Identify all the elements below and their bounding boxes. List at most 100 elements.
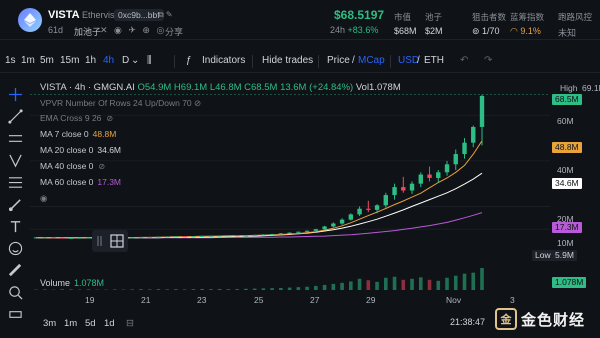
candle-body [138, 237, 144, 239]
price-toggle[interactable]: Price [327, 55, 350, 66]
ema-indicator[interactable]: EMA Cross 9 26 ⊘ [40, 113, 113, 123]
volume-bar [174, 289, 178, 290]
volume-bar [462, 273, 467, 290]
divider [318, 55, 319, 68]
candle-body [182, 236, 187, 238]
candle-body [217, 235, 222, 237]
mcap-label: 市值 [394, 12, 412, 22]
candle-type-icon[interactable]: ⫼ [147, 55, 152, 66]
price-scale[interactable]: High 69.1M 68.5M 60M 48.8M 40M 34.6M 20M… [532, 80, 600, 290]
time-axis[interactable]: 19 21 23 25 27 29 Nov 3 [30, 294, 550, 308]
ma60-indicator[interactable]: MA 60 close 0 17.3M [40, 177, 121, 187]
fib-icon[interactable] [7, 174, 23, 190]
range-1d[interactable]: 1d [104, 318, 115, 329]
token-symbol: VISTA [48, 9, 80, 21]
interval-4h[interactable]: 4h [103, 55, 114, 66]
price-interval: 24h [330, 25, 346, 35]
change-value: 13.6M (+24.84%) [280, 82, 354, 93]
indicators-button[interactable]: Indicators [202, 55, 245, 66]
measure-icon[interactable] [7, 262, 23, 278]
hide-trades-button[interactable]: Hide trades [262, 55, 313, 66]
candle-body [68, 237, 74, 239]
tick-60m: 60M [557, 116, 574, 126]
candle-body [147, 236, 152, 238]
redo-icon[interactable]: ↷ [484, 55, 492, 66]
candle-body [226, 235, 231, 237]
contract-address[interactable]: 0xc9b...bbf [114, 9, 164, 21]
collapse-legend-icon[interactable]: ◉ [40, 193, 47, 204]
range-3m[interactable]: 3m [43, 318, 56, 329]
usd-toggle[interactable]: USD [398, 55, 419, 66]
copy-edit-icons[interactable]: ⧉ ✎ [158, 10, 173, 20]
crosshair-icon[interactable] [7, 86, 23, 102]
share-button[interactable]: 分享 [165, 25, 183, 38]
volume-bar [191, 289, 196, 290]
volume-bar [418, 277, 423, 290]
range-1m[interactable]: 1m [64, 318, 77, 329]
social-links[interactable]: ✕ ◉ ✈ ⊕ ◎ [100, 25, 166, 36]
close-value: C68.5M [244, 82, 278, 93]
last-price-tag: 68.5M [552, 94, 582, 105]
bluechip-value: ◠ 9.1% [510, 26, 541, 36]
calendar-icon[interactable]: ⊟ [126, 318, 134, 329]
interval-d[interactable]: D [122, 55, 129, 66]
candle-body [86, 237, 91, 239]
volume-bar [287, 287, 292, 290]
clock: 21:38:47 [450, 317, 486, 327]
ruler-icon[interactable] [7, 306, 23, 322]
ma20-indicator[interactable]: MA 20 close 0 34.6M [40, 145, 121, 155]
floating-tool-widget[interactable] [92, 230, 128, 252]
trend-line-icon[interactable] [7, 108, 23, 124]
interval-1h[interactable]: 1h [85, 55, 96, 66]
volume-bar [165, 289, 169, 290]
ma40-indicator[interactable]: MA 40 close 0 ⊘ [40, 161, 105, 171]
interval-1s[interactable]: 1s [5, 55, 16, 66]
sniper-label: 狙击者数 [472, 12, 507, 22]
volume-bar [453, 275, 458, 290]
candle-body [436, 172, 441, 178]
zoom-icon[interactable] [7, 284, 23, 300]
add-pool-link[interactable]: 加池子 [74, 25, 101, 38]
candle-body [392, 187, 397, 196]
mcap-toggle[interactable]: MCap [358, 55, 385, 66]
emoji-icon[interactable] [7, 240, 23, 256]
pattern-icon[interactable] [7, 152, 23, 168]
interval-1m[interactable]: 1m [21, 55, 35, 66]
candle-body [374, 205, 380, 210]
eye-hidden-icon[interactable]: ⊘ [98, 162, 105, 171]
volume-value: Vol1.078M [355, 82, 401, 93]
candle-body [339, 219, 345, 224]
chevron-down-icon[interactable]: ⌄ [131, 55, 139, 66]
candle-body [366, 208, 371, 210]
low-label: Low [532, 250, 554, 261]
candle-body [191, 236, 196, 238]
candle-body [269, 234, 275, 236]
candle-body [479, 95, 485, 127]
low-value: L46.8M [209, 82, 242, 93]
interval-15m[interactable]: 15m [60, 55, 79, 66]
range-5d[interactable]: 5d [85, 318, 96, 329]
candle-body [357, 208, 362, 215]
brush-icon[interactable] [7, 196, 23, 212]
vpvr-indicator[interactable]: VPVR Number Of Rows 24 Up/Down 70 ⊘ [40, 98, 201, 109]
indicators-icon[interactable]: ƒ [186, 55, 192, 66]
ma7-indicator[interactable]: MA 7 close 0 48.8M [40, 129, 116, 139]
chain-name: Ethervis [82, 10, 115, 20]
candle-body [208, 235, 214, 237]
candle-body [296, 231, 301, 233]
eye-hidden-icon[interactable]: ⊘ [194, 98, 201, 108]
volume-bar [60, 289, 65, 290]
undo-icon[interactable]: ↶ [460, 55, 468, 66]
text-icon[interactable] [7, 218, 23, 234]
volume-bar [349, 281, 353, 290]
volume-tag: 1.078M [552, 277, 587, 288]
eye-hidden-icon[interactable]: ⊘ [106, 114, 113, 123]
interval-5m[interactable]: 5m [40, 55, 54, 66]
horizontal-lines-icon[interactable] [7, 130, 23, 146]
volume-bar [331, 283, 336, 290]
volume-bar [471, 272, 476, 290]
eth-toggle[interactable]: ETH [424, 55, 444, 66]
tick-label: 19 [85, 295, 95, 305]
volume-bar [244, 288, 248, 290]
candle-body [60, 237, 65, 239]
